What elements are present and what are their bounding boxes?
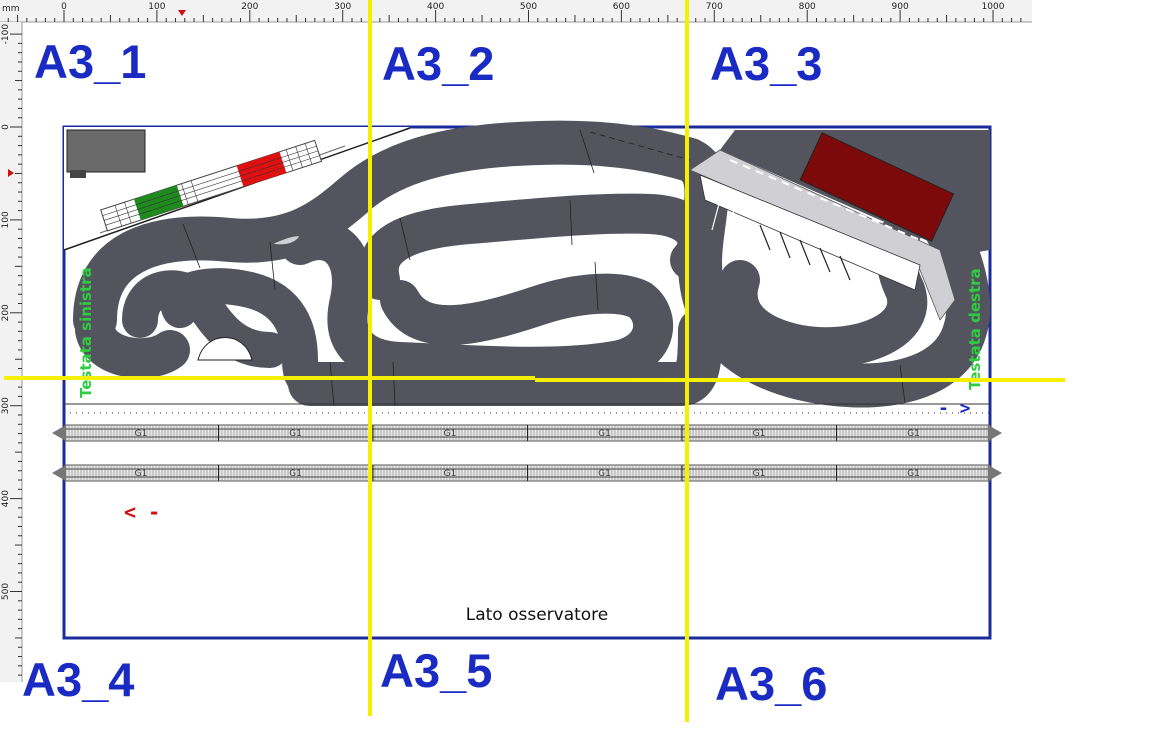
track-end-left-icon [52, 425, 66, 441]
track-end-left-icon [52, 465, 66, 481]
rail-segment-label: G1 [444, 469, 457, 479]
panel-label-4: A3_4 [22, 653, 134, 706]
rail-segment-label: G1 [598, 469, 611, 479]
rail-segment-label: G1 [598, 429, 611, 439]
rail-segment-label: G1 [289, 429, 302, 439]
v-tick-label: 500 [1, 583, 11, 600]
track-end-right-icon [988, 465, 1002, 481]
h-tick-label: 1000 [982, 2, 1005, 12]
rail-segment-label: G1 [289, 469, 302, 479]
h-tick-label: 600 [613, 2, 630, 12]
panel-label-2: A3_2 [382, 37, 494, 90]
observer-side-label: Lato osservatore [466, 605, 609, 625]
v-tick-label: 200 [1, 304, 11, 321]
ruler-unit: mm [2, 4, 20, 14]
track-end-right-icon [988, 425, 1002, 441]
left-ruler: -100 0 100 200 300 400 500 [0, 22, 23, 682]
building-gray [66, 129, 146, 173]
v-tick-label: 300 [1, 397, 11, 414]
direction-arrow-right: - > [938, 398, 971, 419]
h-tick-label: 400 [427, 2, 444, 12]
rail-segment-label: G1 [135, 469, 148, 479]
v-tick-label: 100 [1, 211, 11, 228]
rail-segment-label: G1 [135, 429, 148, 439]
h-tick-label: 900 [892, 2, 909, 12]
panel-label-6: A3_6 [715, 657, 827, 710]
h-tick-label: 700 [706, 2, 723, 12]
v-tick-label: -100 [1, 24, 11, 45]
v-tick-label: 400 [1, 490, 11, 507]
layout-diagram: mm 0 100 200 300 400 500 600 700 800 900 1000 -100… [0, 0, 1152, 728]
h-tick-label: 0 [61, 2, 67, 12]
h-tick-label: 100 [148, 2, 165, 12]
h-tick-label: 800 [799, 2, 816, 12]
rail-segment-label: G1 [907, 469, 920, 479]
panel-label-3: A3_3 [710, 37, 822, 90]
direction-arrow-left: < - [124, 500, 160, 524]
panel-label-1: A3_1 [34, 35, 146, 88]
v-tick-label: 0 [1, 124, 11, 130]
h-tick-label: 200 [241, 2, 258, 12]
right-end-label: Testata destra [966, 268, 984, 390]
panel-label-5: A3_5 [380, 644, 492, 697]
rail-track-1: G1 G1 G1 G1 G1 G1 [52, 424, 1002, 442]
rail-segment-label: G1 [753, 469, 766, 479]
rail-segment-label: G1 [753, 429, 766, 439]
layout-svg: mm 0 100 200 300 400 500 600 700 800 900 1000 -100… [0, 0, 1065, 722]
top-ruler: mm 0 100 200 300 400 500 600 700 800 900 1000 [0, 0, 1032, 23]
h-tick-label: 300 [334, 2, 351, 12]
rail-track-2: G1 G1 G1 G1 G1 G1 [52, 464, 1002, 482]
rail-segment-label: G1 [444, 429, 457, 439]
rail-segment-label: G1 [907, 429, 920, 439]
h-tick-label: 500 [520, 2, 537, 12]
